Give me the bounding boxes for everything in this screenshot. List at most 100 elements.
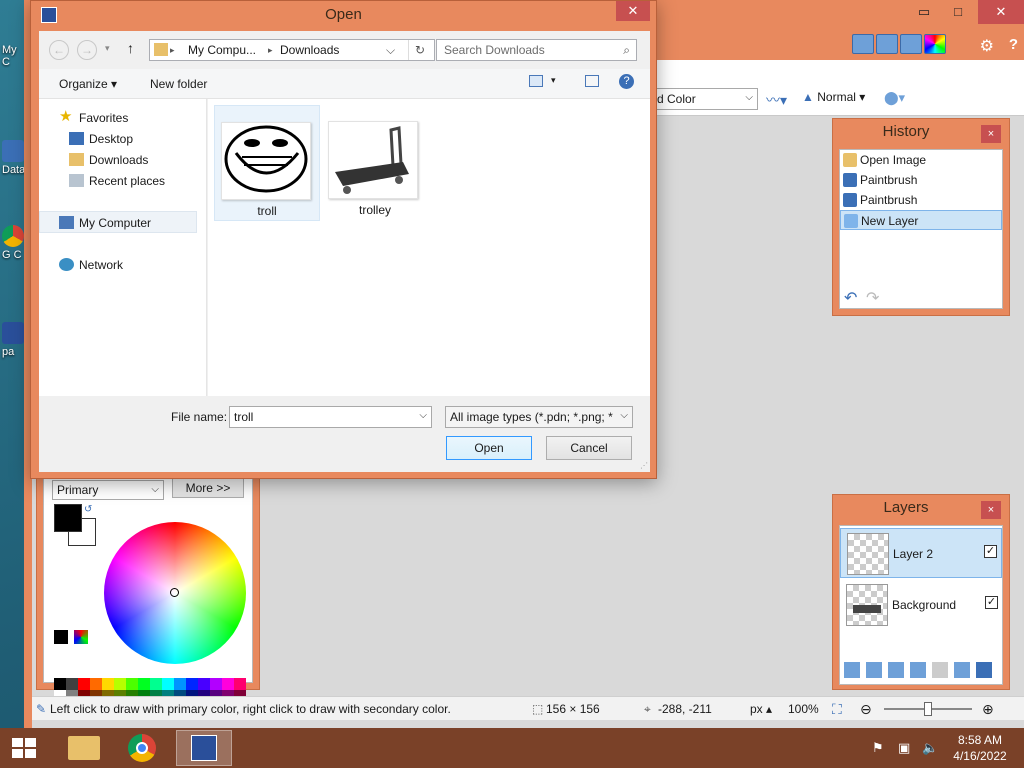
palette-swatch[interactable] [54, 678, 66, 690]
palette-swatch[interactable] [198, 678, 210, 690]
zoom-in-icon[interactable]: ⊕ [982, 697, 994, 721]
desktop-icon-chrome[interactable]: G C [2, 225, 26, 261]
nav-network[interactable]: Network [59, 256, 123, 274]
more-colors-button[interactable]: More >> [172, 478, 244, 498]
nav-my-computer[interactable]: My Computer [59, 214, 151, 232]
nav-desktop[interactable]: Desktop [69, 130, 133, 148]
help-icon[interactable]: ? [1009, 36, 1018, 53]
desktop-icon-my-computer[interactable]: My C [2, 44, 26, 68]
desktop-icon-data[interactable]: Data [2, 140, 26, 176]
selection-mode-icon[interactable]: ⬤▾ [884, 90, 905, 106]
palette-swatch[interactable] [150, 678, 162, 690]
merge-layer-icon[interactable] [910, 662, 926, 678]
undo-button[interactable]: ↶ [844, 288, 857, 308]
zoom-slider[interactable] [884, 702, 972, 716]
file-item-troll[interactable]: troll [214, 105, 320, 221]
resize-grip-icon[interactable]: ⋰ [640, 461, 648, 470]
maximize-button[interactable]: □ [942, 0, 974, 24]
zoom-slider-thumb[interactable] [924, 702, 932, 716]
search-input[interactable]: Search Downloads ⌕ [436, 39, 637, 61]
layer-visibility-checkbox[interactable]: ✓ [984, 545, 997, 558]
minimize-button[interactable]: ▭ [908, 0, 940, 24]
forward-button[interactable]: → [77, 40, 97, 60]
units-select[interactable]: px ▴ [750, 697, 772, 721]
blend-mode-select[interactable]: ▲ Normal ▾ [802, 90, 865, 104]
new-folder-button[interactable]: New folder [150, 77, 207, 91]
clock[interactable]: 8:58 AM 4/16/2022 [946, 732, 1014, 764]
organize-button[interactable]: Organize ▾ [59, 77, 117, 91]
layer-row-layer-2[interactable]: Layer 2 ✓ [840, 528, 1002, 578]
filetype-select[interactable]: All image types (*.pdn; *.png; * ⌵ [445, 406, 633, 428]
layers-close-button[interactable]: × [981, 501, 1001, 519]
view-options-icon[interactable] [529, 75, 543, 87]
delete-layer-icon[interactable] [866, 662, 882, 678]
settings-icon[interactable]: ⚙ [980, 36, 994, 56]
history-icon[interactable] [876, 34, 898, 54]
redo-button[interactable]: ↷ [866, 288, 879, 308]
layers-icon[interactable] [900, 34, 922, 54]
palette-swatch[interactable] [174, 678, 186, 690]
flag-icon[interactable]: ⚑ [872, 740, 884, 756]
palette-swatch[interactable] [78, 678, 90, 690]
open-button[interactable]: Open [446, 436, 532, 460]
palette-swatch[interactable] [234, 678, 246, 690]
dialog-close-button[interactable]: ✕ [616, 1, 650, 21]
palette-swatch[interactable] [102, 678, 114, 690]
layer-properties-icon[interactable] [976, 662, 992, 678]
recent-locations-icon[interactable]: ▾ [105, 43, 110, 54]
history-close-button[interactable]: × [981, 125, 1001, 143]
color-picker-handle[interactable] [170, 588, 179, 597]
add-layer-icon[interactable] [844, 662, 860, 678]
colors-icon[interactable] [924, 34, 946, 54]
desktop-icon-paint[interactable]: pa [2, 322, 26, 358]
volume-muted-icon[interactable]: 🔈 [922, 740, 938, 756]
palette-swatch[interactable] [186, 678, 198, 690]
palette-swatch[interactable] [90, 678, 102, 690]
address-bar[interactable]: ▸ My Compu... ▸ Downloads ⌵ ↻ [149, 39, 435, 61]
breadcrumb-my-computer[interactable]: My Compu... [188, 40, 256, 60]
chevron-down-icon[interactable]: ▾ [551, 75, 556, 86]
file-item-trolley[interactable]: trolley [322, 105, 428, 221]
help-icon[interactable]: ? [619, 74, 634, 89]
palette-menu-icon[interactable] [74, 630, 88, 644]
swap-colors-icon[interactable]: ↺ [84, 504, 92, 515]
zoom-fit-icon[interactable]: ⛶ [832, 697, 842, 721]
primary-color-swatch[interactable] [54, 504, 82, 532]
nav-favorites[interactable]: ★ Favorites [59, 108, 128, 127]
history-item-paintbrush[interactable]: Paintbrush [840, 170, 1002, 190]
palette-swatch[interactable] [162, 678, 174, 690]
up-button[interactable]: ↑ [127, 40, 134, 56]
start-button[interactable] [12, 738, 36, 758]
color-picker-icon[interactable] [54, 630, 68, 644]
history-item-open-image[interactable]: Open Image [840, 150, 1002, 170]
nav-downloads[interactable]: Downloads [69, 151, 148, 169]
palette-swatch[interactable] [222, 678, 234, 690]
nav-recent-places[interactable]: Recent places [69, 172, 165, 190]
refresh-icon[interactable]: ↻ [408, 40, 425, 60]
taskbar-chrome[interactable] [116, 730, 172, 766]
palette-swatch[interactable] [66, 678, 78, 690]
palette-swatch[interactable] [126, 678, 138, 690]
palette-swatch[interactable] [210, 678, 222, 690]
tools-icon[interactable] [852, 34, 874, 54]
zoom-out-icon[interactable]: ⊖ [860, 697, 872, 721]
fill-mode-select[interactable]: d Color ⌵ [652, 88, 758, 110]
filename-input[interactable]: troll ⌵ [229, 406, 432, 428]
history-item-new-layer[interactable]: New Layer [840, 210, 1002, 230]
app-close-button[interactable]: ✕ [978, 0, 1024, 24]
layer-visibility-checkbox[interactable]: ✓ [985, 596, 998, 609]
cancel-button[interactable]: Cancel [546, 436, 632, 460]
color-wheel[interactable] [104, 522, 246, 664]
history-item-paintbrush[interactable]: Paintbrush [840, 190, 1002, 210]
preview-pane-icon[interactable] [585, 75, 599, 87]
palette-swatch[interactable] [138, 678, 150, 690]
move-down-icon[interactable] [954, 662, 970, 678]
layer-row-background[interactable]: Background ✓ [840, 580, 1002, 630]
palette-swatch[interactable] [114, 678, 126, 690]
duplicate-layer-icon[interactable] [888, 662, 904, 678]
chevron-down-icon[interactable]: ⌵ [386, 40, 395, 60]
breadcrumb-downloads[interactable]: Downloads [280, 40, 339, 60]
antialias-icon[interactable]: 〰▾ [766, 90, 787, 110]
taskbar-paint[interactable] [176, 730, 232, 766]
back-button[interactable]: ← [49, 40, 69, 60]
